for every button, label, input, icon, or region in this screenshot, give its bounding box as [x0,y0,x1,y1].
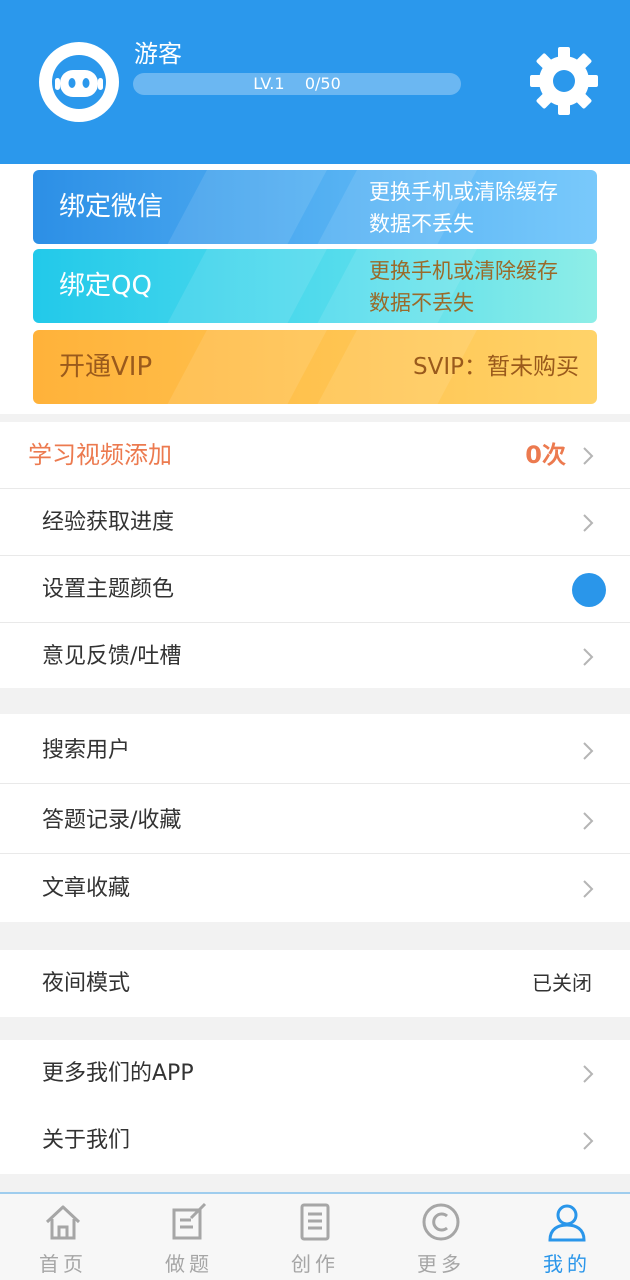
tab-label: 创作 [291,1252,339,1276]
tab-home[interactable]: 首页 [0,1194,126,1280]
night-mode-label: 夜间模式 [42,971,131,996]
card-decoration [137,249,349,323]
username: 游客 [134,40,182,68]
bind-wechat-card[interactable]: 绑定微信 更换手机或清除缓存 数据不丢失 [33,170,597,244]
home-icon [45,1205,81,1240]
answer-records-row[interactable]: 答题记录/收藏 [0,787,630,854]
chevron-right-icon [583,1132,594,1150]
night-mode-status: 已关闭 [532,971,592,995]
tab-mine[interactable]: 我的 [504,1194,630,1280]
theme-color-row[interactable]: 设置主题颜色 [0,556,630,623]
theme-color-swatch[interactable] [572,573,606,607]
open-vip-card[interactable]: 开通VIP SVIP：暂未购买 [33,330,597,404]
exp-progress-label: 经验获取进度 [42,510,175,535]
bind-qq-desc: 更换手机或清除缓存 数据不丢失 [369,255,579,319]
menu-section-user: 搜索用户 答题记录/收藏 文章收藏 [0,714,630,922]
tab-label: 更多 [417,1252,465,1276]
about-us-row[interactable]: 关于我们 [0,1107,630,1174]
tab-label: 做题 [165,1252,213,1276]
bind-wechat-label: 绑定微信 [59,192,164,222]
tab-create[interactable]: 创作 [252,1194,378,1280]
bind-qq-card[interactable]: 绑定QQ 更换手机或清除缓存 数据不丢失 [33,249,597,323]
bottom-tab-bar: 首页 做题 创作 更多 我的 [0,1192,630,1280]
divider [0,853,630,854]
tab-more[interactable]: 更多 [378,1194,504,1280]
about-us-label: 关于我们 [42,1128,131,1153]
profile-header: 游客 LV.1 0/50 [0,0,630,164]
chevron-right-icon [583,648,594,666]
chevron-right-icon [583,880,594,898]
desc-line: 数据不丢失 [369,291,474,315]
tab-label: 首页 [39,1252,87,1276]
more-apps-label: 更多我们的APP [42,1061,194,1086]
tab-label: 我的 [543,1252,591,1276]
menu-section-main: 学习视频添加 0次 经验获取进度 设置主题颜色 意见反馈/吐槽 [0,422,630,688]
more-apps-row[interactable]: 更多我们的APP [0,1040,630,1107]
bind-wechat-desc: 更换手机或清除缓存 数据不丢失 [369,176,579,240]
answer-records-label: 答题记录/收藏 [42,808,182,833]
card-decoration [137,170,349,244]
desc-line: 更换手机或清除缓存 [369,259,558,283]
exp-progress-row[interactable]: 经验获取进度 [0,489,630,556]
theme-color-label: 设置主题颜色 [42,577,175,602]
video-add-row[interactable]: 学习视频添加 0次 [0,422,630,489]
article-fav-label: 文章收藏 [42,876,131,901]
svip-status: SVIP：暂未购买 [413,354,579,380]
menu-section-about: 更多我们的APP 关于我们 [0,1040,630,1174]
chevron-right-icon [583,812,594,830]
edit-icon [172,1202,207,1240]
tab-practice[interactable]: 做题 [126,1194,252,1280]
open-vip-label: 开通VIP [59,352,153,382]
article-fav-row[interactable]: 文章收藏 [0,855,630,922]
divider [0,783,630,784]
chevron-right-icon [583,1065,594,1083]
search-user-row[interactable]: 搜索用户 [0,717,630,784]
desc-line: 数据不丢失 [369,212,474,236]
account-cards: 绑定微信 更换手机或清除缓存 数据不丢失 绑定QQ 更换手机或清除缓存 数据不丢… [0,164,630,414]
level-progress-bar: LV.1 0/50 [133,73,461,95]
robot-avatar-icon [52,55,106,109]
settings-gear-icon[interactable] [528,45,600,117]
bind-qq-label: 绑定QQ [59,271,152,301]
desc-line: 更换手机或清除缓存 [369,180,558,204]
card-decoration [137,330,349,404]
menu-section-night: 夜间模式 已关闭 [0,950,630,1017]
chevron-right-icon [583,742,594,760]
chevron-right-icon [583,514,594,532]
chevron-right-icon [583,447,594,465]
level-text: LV.1 0/50 [253,74,341,93]
avatar[interactable] [39,42,119,122]
search-user-label: 搜索用户 [42,738,131,763]
video-add-count: 0次 [525,441,566,469]
night-mode-row[interactable]: 夜间模式 已关闭 [0,950,630,1017]
copyright-icon [422,1203,460,1241]
feedback-label: 意见反馈/吐槽 [42,644,182,669]
feedback-row[interactable]: 意见反馈/吐槽 [0,623,630,690]
user-icon [548,1204,586,1242]
video-add-label: 学习视频添加 [28,441,172,469]
document-icon [300,1203,330,1241]
